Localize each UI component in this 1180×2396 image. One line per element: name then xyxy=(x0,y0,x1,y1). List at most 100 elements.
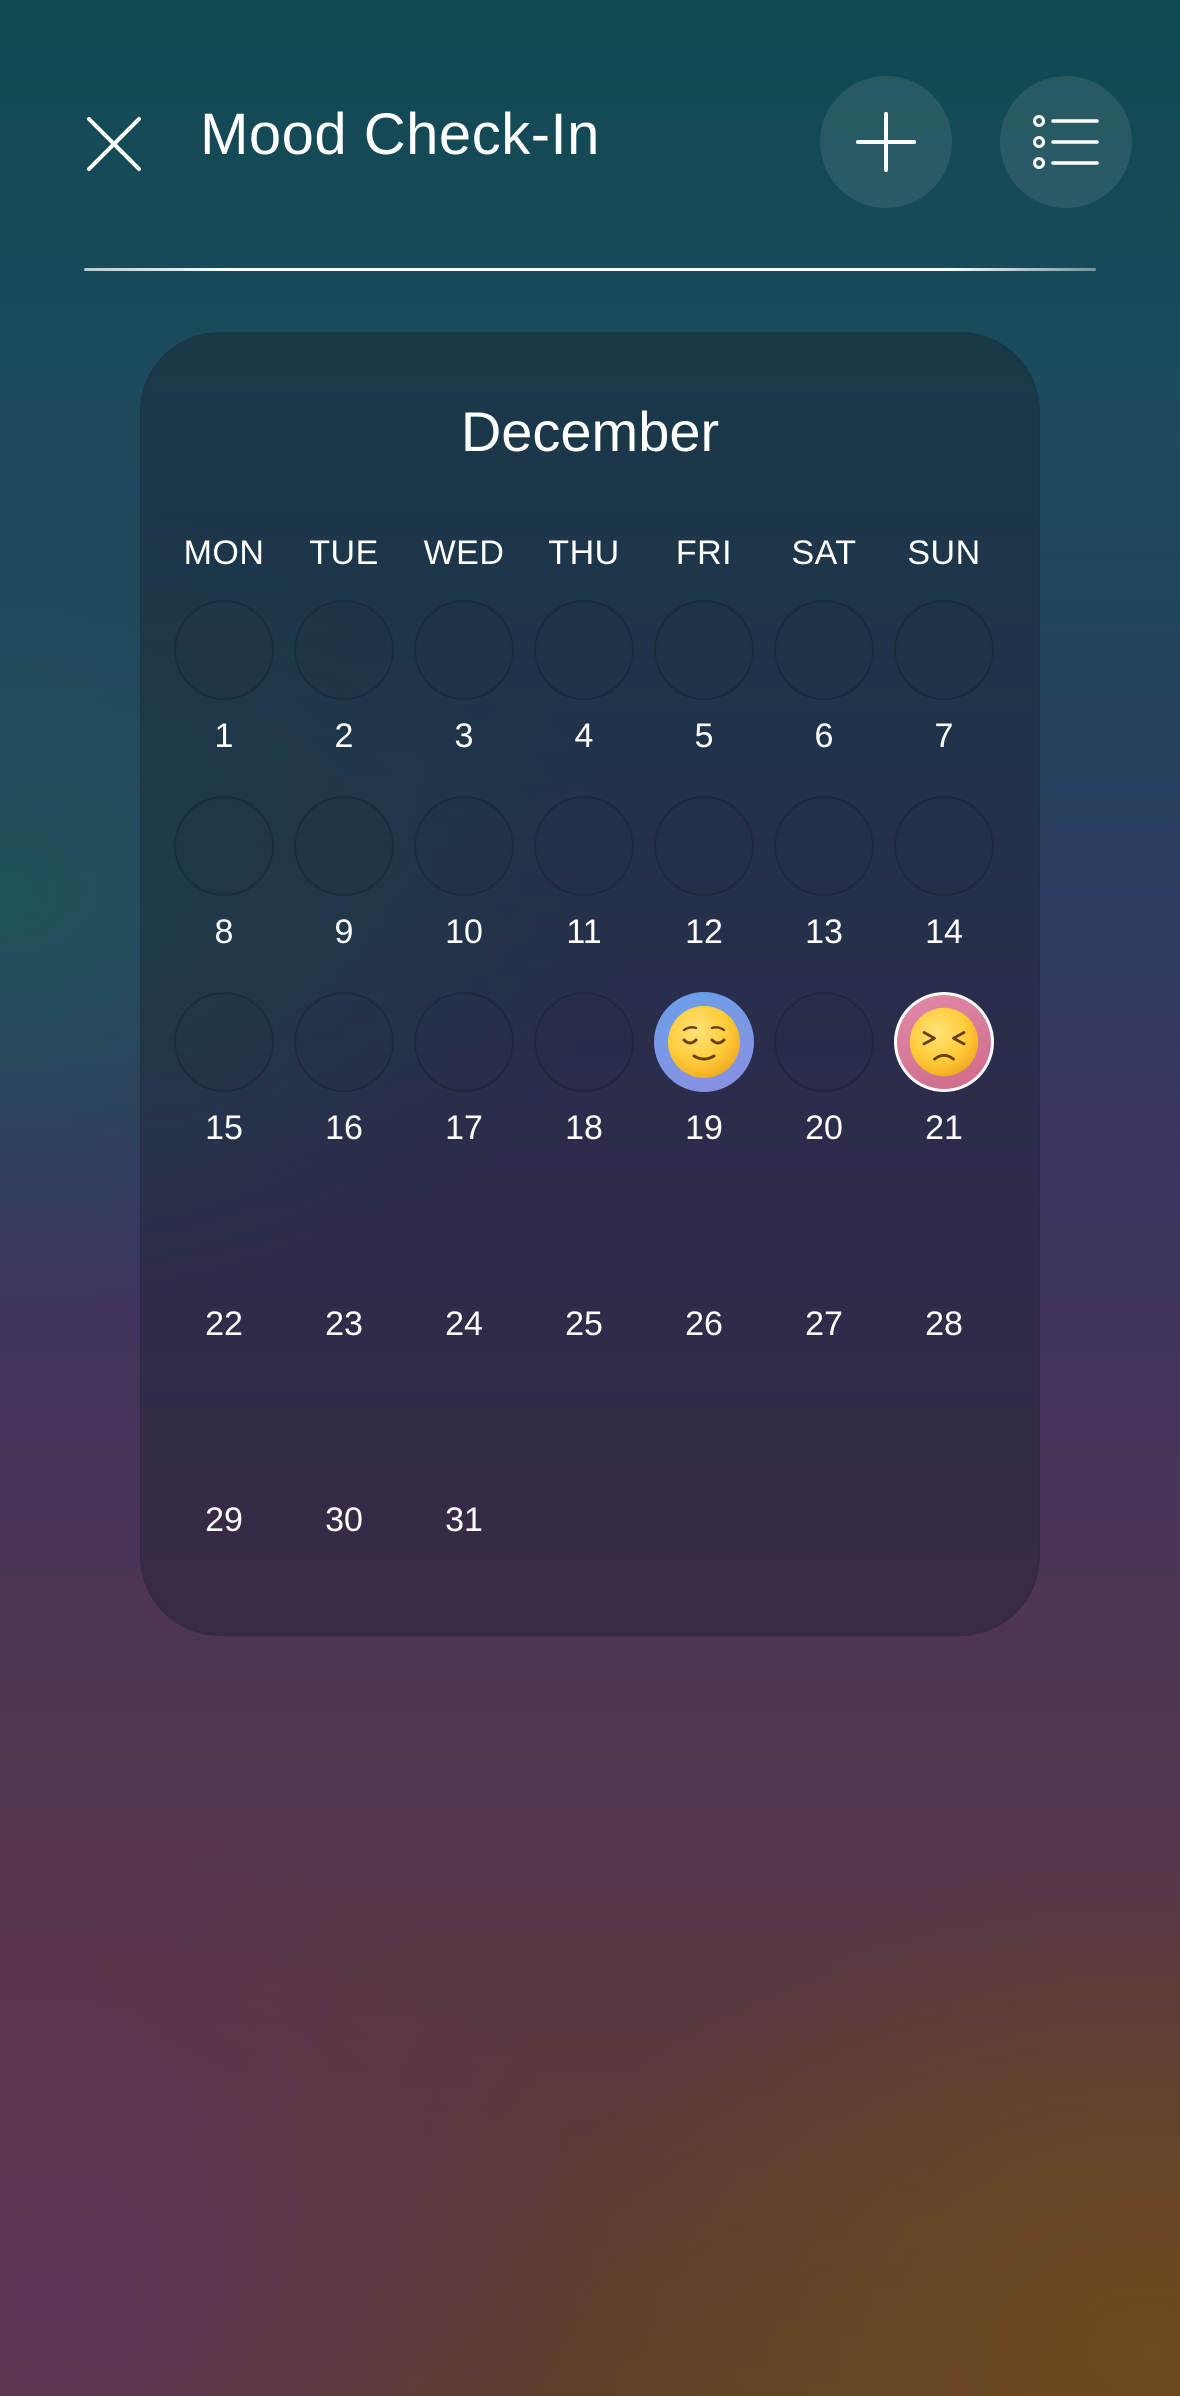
plus-icon xyxy=(856,112,916,172)
day-number: 16 xyxy=(325,1109,363,1147)
day-mood-circle[interactable] xyxy=(534,796,634,896)
day-mood-circle[interactable] xyxy=(654,600,754,700)
day-number: 17 xyxy=(445,1109,483,1147)
day-mood-circle[interactable] xyxy=(414,600,514,700)
day-mood-circle[interactable] xyxy=(534,992,634,1092)
day-mood-circle[interactable] xyxy=(894,992,994,1092)
day-cell[interactable]: 9 xyxy=(284,796,404,992)
day-cell[interactable]: 12 xyxy=(644,796,764,992)
day-number: 13 xyxy=(805,913,843,951)
day-number: 14 xyxy=(925,913,963,951)
day-cell-mood-logged[interactable]: 21 xyxy=(884,992,1004,1188)
day-cell[interactable]: 24 xyxy=(404,1188,524,1384)
day-number: 26 xyxy=(685,1305,723,1343)
day-mood-circle[interactable] xyxy=(894,600,994,700)
day-mood-circle[interactable] xyxy=(654,992,754,1092)
page-title: Mood Check-In xyxy=(200,102,600,167)
day-mood-circle[interactable] xyxy=(174,600,274,700)
day-cell[interactable]: 7 xyxy=(884,600,1004,796)
weekday-label: WED xyxy=(423,534,505,572)
day-number: 18 xyxy=(565,1109,603,1147)
header-divider xyxy=(84,268,1096,271)
weekday-label: MON xyxy=(183,534,265,572)
day-mood-circle[interactable] xyxy=(774,796,874,896)
day-number: 2 xyxy=(334,717,354,755)
day-mood-circle[interactable] xyxy=(774,600,874,700)
relieved-face-icon xyxy=(664,1002,744,1082)
day-mood-circle[interactable] xyxy=(294,992,394,1092)
day-cell[interactable]: 5 xyxy=(644,600,764,796)
day-mood-circle[interactable] xyxy=(654,796,754,896)
day-number: 7 xyxy=(934,717,954,755)
weekday-label: SUN xyxy=(907,534,981,572)
persevering-face-icon xyxy=(906,1004,982,1080)
day-mood-circle[interactable] xyxy=(174,796,274,896)
day-cell[interactable]: 4 xyxy=(524,600,644,796)
day-cell[interactable]: 27 xyxy=(764,1188,884,1384)
day-cell[interactable]: 1 xyxy=(164,600,284,796)
weekday-label: TUE xyxy=(309,534,379,572)
day-number: 19 xyxy=(685,1109,723,1147)
day-cell[interactable]: 16 xyxy=(284,992,404,1188)
day-number: 8 xyxy=(214,913,234,951)
day-cell[interactable]: 20 xyxy=(764,992,884,1188)
header: Mood Check-In xyxy=(0,0,1180,280)
day-number: 4 xyxy=(574,717,594,755)
add-entry-button[interactable] xyxy=(820,76,952,208)
day-number: 15 xyxy=(205,1109,243,1147)
day-cell[interactable]: 15 xyxy=(164,992,284,1188)
day-mood-circle[interactable] xyxy=(894,796,994,896)
day-number: 3 xyxy=(454,717,474,755)
day-number: 24 xyxy=(445,1305,483,1343)
weekday-label: SAT xyxy=(791,534,857,572)
day-cell[interactable]: 25 xyxy=(524,1188,644,1384)
day-mood-circle[interactable] xyxy=(414,992,514,1092)
day-mood-circle[interactable] xyxy=(294,600,394,700)
day-number: 9 xyxy=(334,913,354,951)
day-mood-circle[interactable] xyxy=(174,992,274,1092)
day-number: 10 xyxy=(445,913,483,951)
day-number: 23 xyxy=(325,1305,363,1343)
day-number: 22 xyxy=(205,1305,243,1343)
weekday-label: THU xyxy=(548,534,620,572)
day-mood-circle[interactable] xyxy=(294,796,394,896)
day-cell[interactable]: 28 xyxy=(884,1188,1004,1384)
day-cell[interactable]: 6 xyxy=(764,600,884,796)
calendar-card: December MON TUE WED THU FRI SAT SUN 1 2… xyxy=(140,332,1040,1636)
day-number: 5 xyxy=(694,717,714,755)
month-title: December xyxy=(460,400,720,463)
day-cell[interactable]: 2 xyxy=(284,600,404,796)
day-cell[interactable]: 13 xyxy=(764,796,884,992)
weekday-label: FRI xyxy=(675,534,733,572)
list-view-button[interactable] xyxy=(1000,76,1132,208)
day-number: 21 xyxy=(925,1109,963,1147)
day-number: 6 xyxy=(814,717,834,755)
day-cell[interactable]: 11 xyxy=(524,796,644,992)
day-mood-circle[interactable] xyxy=(774,992,874,1092)
day-cell[interactable]: 29 xyxy=(164,1384,284,1580)
list-icon xyxy=(1033,115,1099,169)
day-cell[interactable]: 31 xyxy=(404,1384,524,1580)
day-number: 30 xyxy=(325,1501,363,1539)
day-number: 1 xyxy=(214,717,234,755)
day-cell[interactable]: 26 xyxy=(644,1188,764,1384)
day-cell[interactable]: 8 xyxy=(164,796,284,992)
weekday-row: MON TUE WED THU FRI SAT SUN xyxy=(140,528,1040,578)
day-cell[interactable]: 17 xyxy=(404,992,524,1188)
day-cell[interactable]: 14 xyxy=(884,796,1004,992)
day-cell[interactable]: 22 xyxy=(164,1188,284,1384)
day-cell[interactable]: 30 xyxy=(284,1384,404,1580)
close-icon xyxy=(87,117,141,171)
day-number: 29 xyxy=(205,1501,243,1539)
close-button[interactable] xyxy=(78,108,150,180)
day-cell[interactable]: 10 xyxy=(404,796,524,992)
day-number: 12 xyxy=(685,913,723,951)
day-cell[interactable]: 23 xyxy=(284,1188,404,1384)
day-cell-mood-logged[interactable]: 19 xyxy=(644,992,764,1188)
day-cell[interactable]: 3 xyxy=(404,600,524,796)
day-mood-circle[interactable] xyxy=(534,600,634,700)
day-mood-circle[interactable] xyxy=(414,796,514,896)
day-cell[interactable]: 18 xyxy=(524,992,644,1188)
day-number: 11 xyxy=(566,913,602,951)
day-number: 27 xyxy=(805,1305,843,1343)
